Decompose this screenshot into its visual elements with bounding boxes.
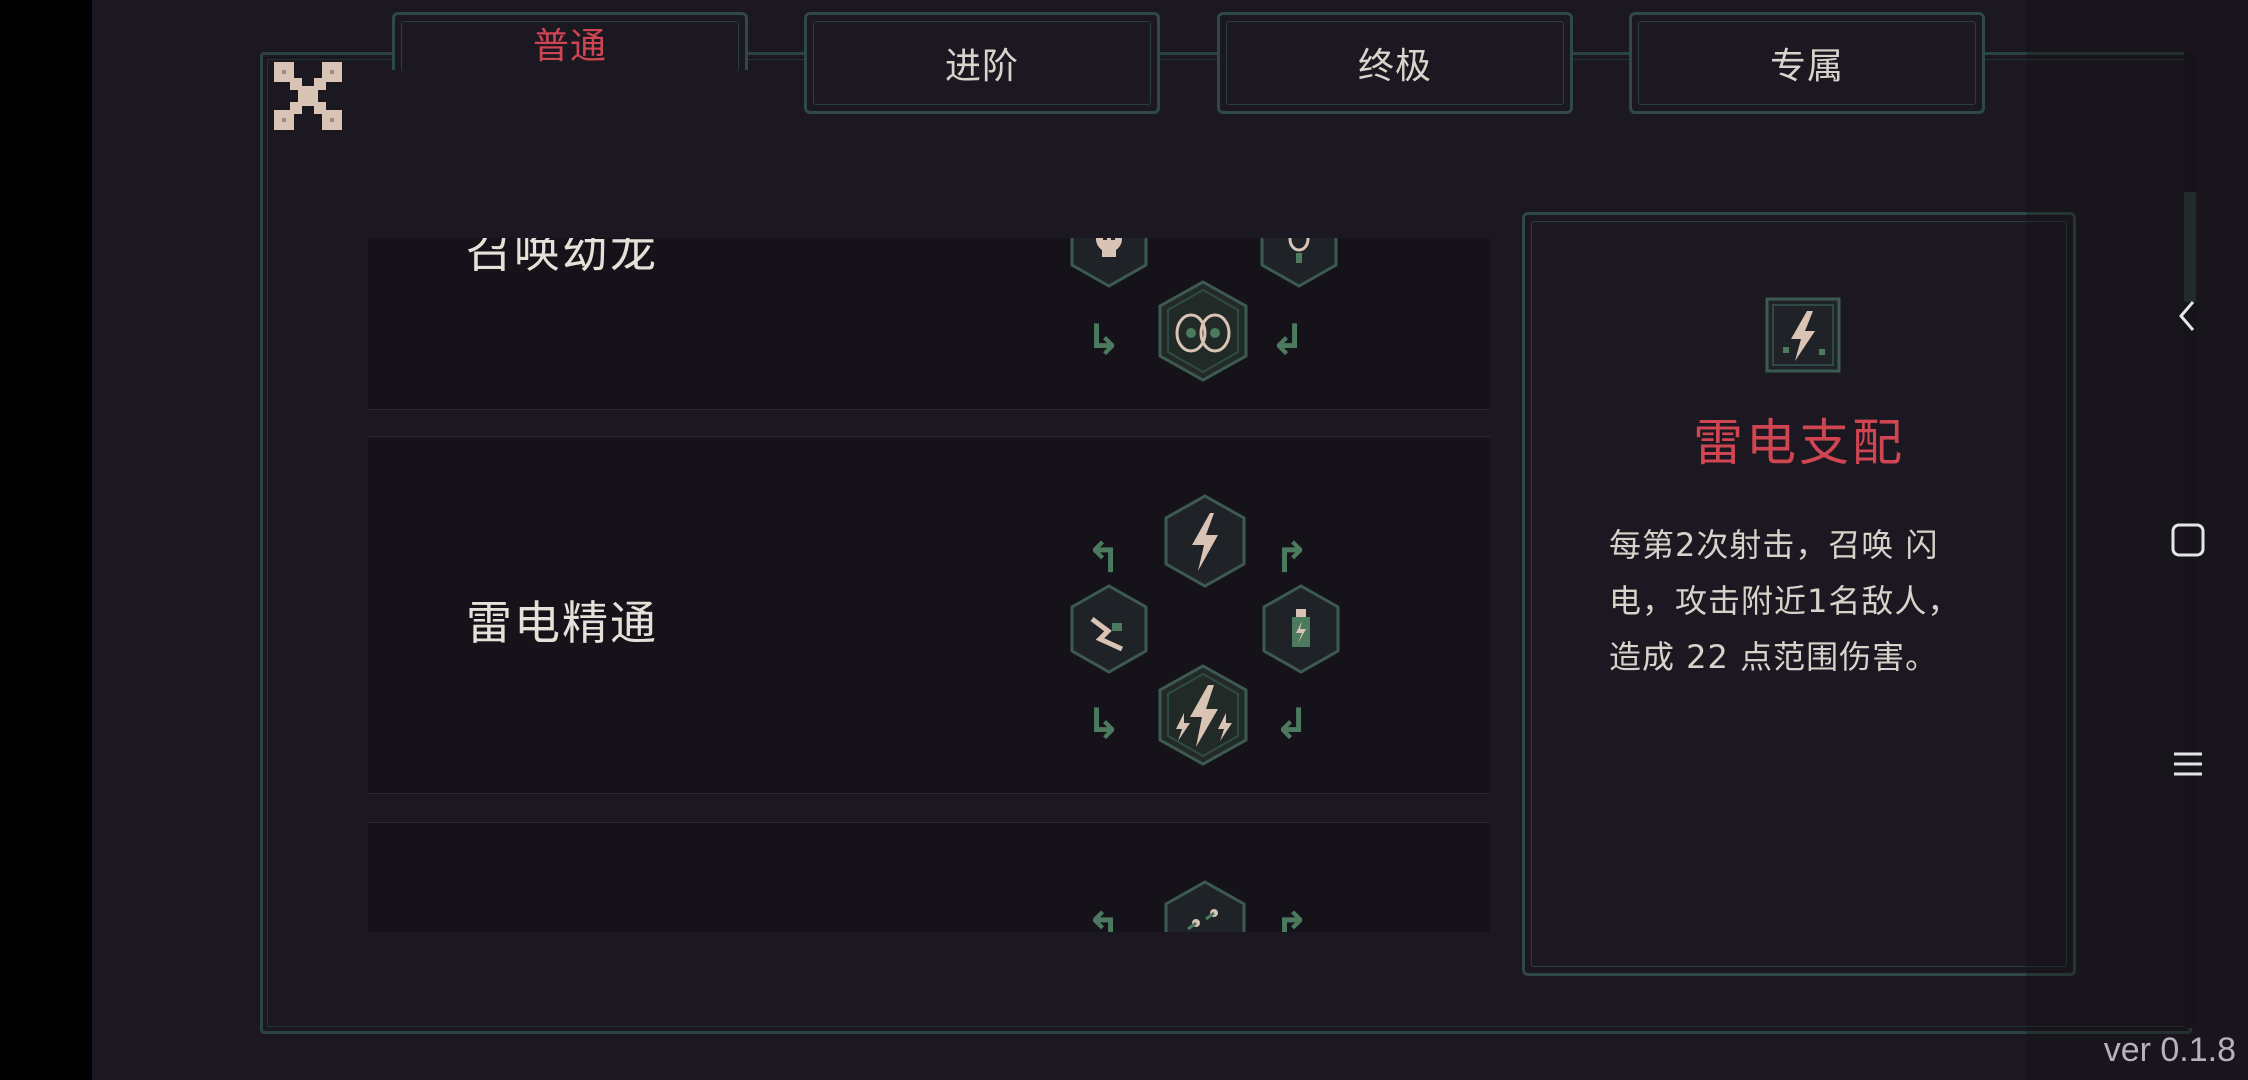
game-screen: 普通 进阶 终极 专属 召唤幼龙 ↳ ↲ 雷电精通 ↰ ↱ ↳ ↲ ↰ ↱ 雷电… xyxy=(92,0,2248,1080)
description-line: 电，攻击附近1名敌人， xyxy=(1609,582,1961,620)
recents-button[interactable] xyxy=(2148,724,2228,804)
skill-description: 每第2次射击，召唤 闪 电，攻击附近1名敌人， 造成 22 点范围伤害。 xyxy=(1609,517,2001,685)
tab-ultimate[interactable]: 终极 xyxy=(1217,12,1573,114)
skill-row[interactable]: 雷电精通 ↰ ↱ ↳ ↲ xyxy=(368,436,1490,794)
skill-name: 召唤幼龙 xyxy=(466,238,658,278)
skill-row[interactable]: ↰ ↱ xyxy=(368,822,1490,932)
back-button[interactable] xyxy=(2148,276,2228,356)
arrow-icon: ↱ xyxy=(1274,903,1310,933)
arrow-icon: ↰ xyxy=(1086,903,1122,933)
skill-row[interactable]: 召唤幼龙 ↳ ↲ xyxy=(368,238,1490,410)
version-label: ver 0.1.8 xyxy=(2103,1031,2236,1069)
arrow-icon: ↲ xyxy=(1274,699,1310,748)
home-icon xyxy=(2171,523,2205,557)
arrow-icon: ↰ xyxy=(1086,533,1122,582)
lightning-mastery-icon xyxy=(1158,664,1248,766)
skull-icon xyxy=(1070,238,1148,288)
tab-advanced-label: 进阶 xyxy=(944,46,1019,87)
skill-name: 雷电精通 xyxy=(466,596,658,650)
tab-ultimate-label: 终极 xyxy=(1357,46,1432,87)
description-line: 造成 22 点范围伤害。 xyxy=(1609,638,1939,676)
tab-exclusive-label: 专属 xyxy=(1769,46,1844,87)
lightning-icon xyxy=(1164,494,1246,588)
arrow-icon: ↱ xyxy=(1274,533,1310,582)
description-line: 每第2次射击，召唤 闪 xyxy=(1609,526,1939,564)
tab-normal[interactable]: 普通 xyxy=(392,12,748,72)
menu-icon xyxy=(2174,752,2202,776)
tab-normal-label: 普通 xyxy=(532,25,607,67)
close-button[interactable] xyxy=(270,58,346,134)
egg-drop-icon xyxy=(1260,238,1338,288)
arrow-icon: ↲ xyxy=(1270,315,1306,364)
back-icon xyxy=(2179,301,2195,331)
skill-title: 雷电支配 xyxy=(1693,414,1905,472)
lightning-icon xyxy=(1765,297,1841,373)
lightning-branch-icon xyxy=(1070,584,1148,674)
skill-list[interactable]: 召唤幼龙 ↳ ↲ 雷电精通 ↰ ↱ ↳ ↲ ↰ ↱ xyxy=(368,238,1492,932)
arrow-icon: ↳ xyxy=(1086,315,1122,364)
close-icon xyxy=(274,62,342,130)
tab-advanced[interactable]: 进阶 xyxy=(804,12,1160,114)
arrow-icon: ↳ xyxy=(1086,699,1122,748)
skill-detail-panel: 雷电支配 每第2次射击，召唤 闪 电，攻击附近1名敌人， 造成 22 点范围伤害… xyxy=(1522,212,2076,976)
spark-icon xyxy=(1164,880,1246,932)
dragon-eggs-icon xyxy=(1158,280,1248,382)
lightning-potion-icon xyxy=(1262,584,1340,674)
home-button[interactable] xyxy=(2148,500,2228,580)
tab-exclusive[interactable]: 专属 xyxy=(1629,12,1985,114)
